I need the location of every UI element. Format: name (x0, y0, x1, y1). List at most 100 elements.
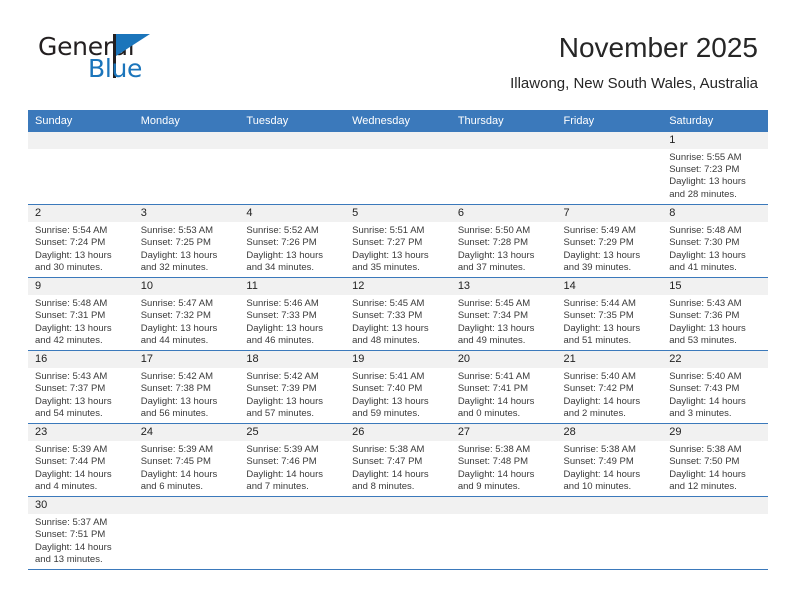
calendar-day-cell[interactable]: 13 Sunrise: 5:45 AM Sunset: 7:34 PM Dayligh… (450, 277, 557, 351)
day-sunset-text: Sunset: 7:28 PM (457, 237, 529, 249)
day-daylight-line1-text: Daylight: 13 hours (352, 249, 429, 261)
day-number: 7 (556, 205, 663, 222)
day-sunrise-text: Sunrise: 5:38 AM (457, 444, 531, 455)
day-sunrise-text: Sunrise: 5:48 AM (35, 298, 108, 309)
calendar-day-cell[interactable]: 21 Sunrise: 5:40 AM Sunset: 7:42 PM Dayligh… (556, 350, 663, 424)
calendar-day-cell[interactable]: 19 Sunrise: 5:41 AM Sunset: 7:40 PM Dayligh… (345, 350, 451, 424)
calendar-day-cell[interactable]: 15 Sunrise: 5:43 AM Sunset: 7:36 PM Dayligh… (662, 277, 768, 351)
calendar-empty-cell (28, 131, 134, 205)
day-daylight-line2-text: and 56 minutes. (140, 408, 209, 420)
day-number: 22 (662, 351, 768, 368)
calendar-day-cell[interactable]: 12 Sunrise: 5:45 AM Sunset: 7:33 PM Dayligh… (345, 277, 451, 351)
day-number (556, 497, 663, 514)
calendar-week-row: 30 Sunrise: 5:37 AM Sunset: 7:51 PM Dayligh… (28, 496, 768, 570)
calendar-day-cell[interactable]: 3 Sunrise: 5:53 AM Sunset: 7:25 PM Daylight… (133, 204, 240, 278)
day-number: 21 (556, 351, 663, 368)
calendar-day-cell[interactable]: 20 Sunrise: 5:41 AM Sunset: 7:41 PM Dayligh… (450, 350, 557, 424)
weekday-header-tuesday: Tuesday (239, 109, 346, 132)
calendar-day-cell[interactable]: 22 Sunrise: 5:40 AM Sunset: 7:43 PM Dayligh… (662, 350, 768, 424)
day-sunrise-text: Sunrise: 5:39 AM (140, 444, 214, 455)
day-sun-info: Sunrise: 5:38 AM Sunset: 7:47 PM Daylight:… (345, 441, 451, 494)
day-daylight-line1-text: Daylight: 13 hours (563, 249, 641, 261)
day-sunrise-text: Sunrise: 5:39 AM (35, 444, 108, 455)
calendar-day-cell[interactable]: 2 Sunrise: 5:54 AM Sunset: 7:24 PM Daylight… (28, 204, 134, 278)
calendar-day-cell[interactable]: 7 Sunrise: 5:49 AM Sunset: 7:29 PM Daylight… (556, 204, 663, 278)
day-sunrise-text: Sunrise: 5:38 AM (563, 444, 636, 455)
calendar-day-cell[interactable]: 16 Sunrise: 5:43 AM Sunset: 7:37 PM Dayligh… (28, 350, 134, 424)
calendar-day-cell[interactable]: 10 Sunrise: 5:47 AM Sunset: 7:32 PM Dayligh… (133, 277, 240, 351)
day-sun-info: Sunrise: 5:37 AM Sunset: 7:51 PM Daylight:… (28, 514, 134, 567)
day-daylight-line2-text: and 48 minutes. (352, 335, 420, 347)
day-daylight-line2-text: and 13 minutes. (35, 554, 103, 566)
day-sunset-text: Sunset: 7:37 PM (35, 383, 106, 395)
day-sunrise-text: Sunrise: 5:43 AM (35, 371, 108, 382)
day-number (239, 497, 346, 514)
day-sunset-text: Sunset: 7:32 PM (140, 310, 211, 322)
calendar-day-cell[interactable]: 28 Sunrise: 5:38 AM Sunset: 7:49 PM Dayligh… (556, 423, 663, 497)
calendar-day-cell[interactable]: 25 Sunrise: 5:39 AM Sunset: 7:46 PM Dayligh… (239, 423, 346, 497)
day-number: 24 (133, 424, 240, 441)
day-sunset-text: Sunset: 7:38 PM (140, 383, 211, 395)
day-number: 28 (556, 424, 663, 441)
calendar-day-cell[interactable]: 18 Sunrise: 5:42 AM Sunset: 7:39 PM Dayligh… (239, 350, 346, 424)
calendar-day-cell[interactable]: 4 Sunrise: 5:52 AM Sunset: 7:26 PM Daylight… (239, 204, 346, 278)
day-sunrise-text: Sunrise: 5:37 AM (35, 517, 108, 528)
sunrise-sunset-calendar: Sunday Monday Tuesday Wednesday Thursday… (28, 109, 768, 570)
day-daylight-line1-text: Daylight: 13 hours (140, 395, 218, 407)
calendar-day-cell[interactable]: 27 Sunrise: 5:38 AM Sunset: 7:48 PM Dayligh… (450, 423, 557, 497)
calendar-day-cell[interactable]: 11 Sunrise: 5:46 AM Sunset: 7:33 PM Dayligh… (239, 277, 346, 351)
day-daylight-line1-text: Daylight: 13 hours (563, 322, 641, 334)
day-sun-info: Sunrise: 5:48 AM Sunset: 7:30 PM Daylight:… (662, 222, 768, 275)
day-number (556, 131, 663, 149)
calendar-empty-cell (133, 496, 240, 570)
day-sunrise-text: Sunrise: 5:49 AM (563, 225, 636, 236)
day-daylight-line1-text: Daylight: 14 hours (457, 468, 535, 480)
day-daylight-line1-text: Daylight: 13 hours (352, 322, 429, 334)
calendar-day-cell[interactable]: 8 Sunrise: 5:48 AM Sunset: 7:30 PM Daylight… (662, 204, 768, 278)
day-daylight-line2-text: and 32 minutes. (140, 262, 209, 274)
calendar-day-cell[interactable]: 14 Sunrise: 5:44 AM Sunset: 7:35 PM Dayligh… (556, 277, 663, 351)
day-daylight-line2-text: and 3 minutes. (669, 408, 732, 420)
day-sun-info: Sunrise: 5:41 AM Sunset: 7:40 PM Daylight:… (345, 368, 451, 421)
calendar-day-cell[interactable]: 26 Sunrise: 5:38 AM Sunset: 7:47 PM Dayligh… (345, 423, 451, 497)
day-number: 26 (345, 424, 451, 441)
day-daylight-line1-text: Daylight: 13 hours (669, 249, 746, 261)
general-blue-logo[interactable]: General Blue (30, 28, 180, 84)
day-sun-info: Sunrise: 5:40 AM Sunset: 7:42 PM Daylight:… (557, 368, 663, 421)
day-sunset-text: Sunset: 7:42 PM (563, 383, 634, 395)
day-sunrise-text: Sunrise: 5:41 AM (457, 371, 531, 382)
day-number: 15 (662, 278, 768, 295)
day-number: 8 (662, 205, 768, 222)
day-number: 14 (556, 278, 663, 295)
calendar-empty-cell (133, 131, 240, 205)
day-daylight-line2-text: and 28 minutes. (669, 188, 737, 200)
calendar-day-cell[interactable]: 23 Sunrise: 5:39 AM Sunset: 7:44 PM Dayligh… (28, 423, 134, 497)
day-sunrise-text: Sunrise: 5:43 AM (669, 298, 742, 309)
calendar-day-cell[interactable]: 29 Sunrise: 5:38 AM Sunset: 7:50 PM Dayligh… (662, 423, 768, 497)
day-daylight-line1-text: Daylight: 13 hours (246, 395, 323, 407)
calendar-day-cell[interactable]: 17 Sunrise: 5:42 AM Sunset: 7:38 PM Dayligh… (133, 350, 240, 424)
day-daylight-line1-text: Daylight: 13 hours (35, 322, 112, 334)
day-sunset-text: Sunset: 7:33 PM (352, 310, 423, 322)
calendar-day-cell[interactable]: 9 Sunrise: 5:48 AM Sunset: 7:31 PM Daylight… (28, 277, 134, 351)
calendar-day-cell[interactable]: 5 Sunrise: 5:51 AM Sunset: 7:27 PM Daylight… (345, 204, 451, 278)
day-sun-info: Sunrise: 5:45 AM Sunset: 7:33 PM Daylight:… (345, 295, 451, 348)
day-daylight-line2-text: and 34 minutes. (246, 262, 315, 274)
calendar-empty-cell (239, 131, 346, 205)
day-sunrise-text: Sunrise: 5:42 AM (246, 371, 319, 382)
calendar-week-row: 23 Sunrise: 5:39 AM Sunset: 7:44 PM Dayligh… (28, 423, 768, 497)
day-sunset-text: Sunset: 7:26 PM (246, 237, 317, 249)
calendar-day-cell[interactable]: 1 Sunrise: 5:55 AM Sunset: 7:23 PM Daylight… (662, 131, 768, 205)
day-sunrise-text: Sunrise: 5:41 AM (352, 371, 425, 382)
day-sun-info: Sunrise: 5:45 AM Sunset: 7:34 PM Daylight:… (451, 295, 557, 348)
day-daylight-line2-text: and 37 minutes. (457, 262, 526, 274)
day-daylight-line1-text: Daylight: 13 hours (35, 249, 112, 261)
page-header: General Blue November 2025 Illawong, New… (0, 0, 792, 94)
calendar-day-cell[interactable]: 6 Sunrise: 5:50 AM Sunset: 7:28 PM Daylight… (450, 204, 557, 278)
weekday-header-monday: Monday (133, 109, 240, 132)
calendar-week-row: 9 Sunrise: 5:48 AM Sunset: 7:31 PM Daylight… (28, 277, 768, 351)
calendar-day-cell[interactable]: 30 Sunrise: 5:37 AM Sunset: 7:51 PM Dayligh… (28, 496, 134, 570)
day-daylight-line2-text: and 42 minutes. (35, 335, 103, 347)
day-daylight-line1-text: Daylight: 14 hours (563, 468, 641, 480)
calendar-day-cell[interactable]: 24 Sunrise: 5:39 AM Sunset: 7:45 PM Dayligh… (133, 423, 240, 497)
